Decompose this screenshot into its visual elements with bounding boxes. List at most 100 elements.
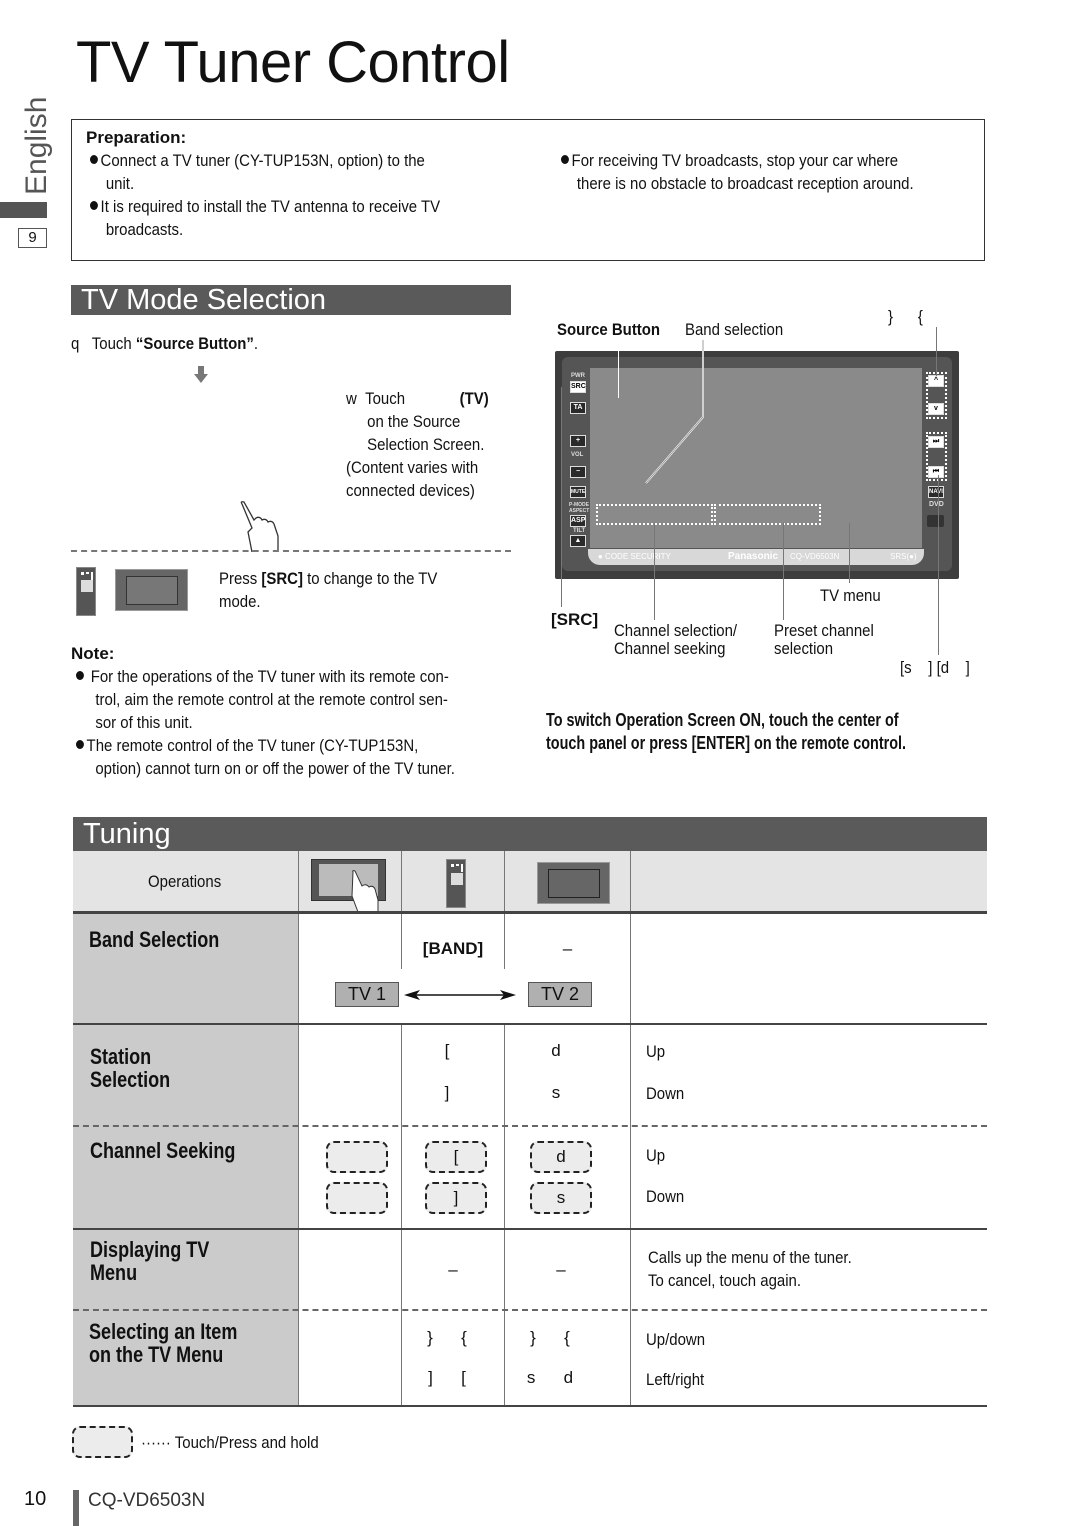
language-tab: English bbox=[20, 95, 56, 195]
station-remote-down: ] bbox=[444, 1083, 450, 1102]
seek-unit-down[interactable]: s bbox=[530, 1182, 592, 1214]
row-divider bbox=[73, 1023, 987, 1025]
pmode-label: P-MODE ASPECT bbox=[569, 502, 590, 514]
row-label-station-selection: Station Selection bbox=[90, 1044, 171, 1092]
seek-desc-down: Down bbox=[646, 1187, 685, 1206]
menu-unit-cell: – bbox=[556, 1260, 566, 1279]
legend-text: ······ Touch/Press and hold bbox=[141, 1433, 319, 1452]
row-label-selecting-item: Selecting an Item on the TV Menu bbox=[89, 1319, 238, 1367]
select-desc-leftright: Left/right bbox=[646, 1370, 705, 1389]
code-security-label: ● CODE SECURITY bbox=[598, 552, 671, 561]
label-s-d-buttons: [s ] [d ] bbox=[900, 658, 970, 677]
page-number: 10 bbox=[24, 1488, 47, 1510]
asp-button[interactable]: ASP bbox=[570, 515, 586, 527]
seek-remote-down[interactable]: ] bbox=[425, 1182, 487, 1214]
band-remote-cell: [BAND] bbox=[422, 939, 484, 958]
bidirectional-arrow-icon bbox=[404, 987, 516, 1008]
vol-down-button[interactable]: − bbox=[570, 466, 586, 478]
label-up-down-symbols: } { bbox=[888, 307, 923, 326]
row-divider bbox=[73, 1309, 987, 1311]
leader-line bbox=[849, 523, 850, 583]
operation-screen-note: To switch Operation Screen ON, touch the… bbox=[546, 710, 907, 753]
device-brand-strip: ● CODE SECURITY Panasonic CQ-VD6503N SRS… bbox=[588, 549, 924, 565]
station-desc-up: Up bbox=[646, 1042, 666, 1061]
album-up-button[interactable]: ^ bbox=[928, 375, 944, 387]
divider bbox=[71, 550, 511, 552]
remote-control-icon bbox=[446, 859, 466, 908]
seek-remote-up[interactable]: [ bbox=[425, 1141, 487, 1173]
header-operations: Operations bbox=[148, 872, 222, 891]
device-slot bbox=[927, 515, 944, 527]
leader-line bbox=[938, 475, 939, 655]
leader-line bbox=[936, 327, 937, 376]
footer-model: CQ-VD6503N bbox=[88, 1490, 206, 1511]
language-label: English bbox=[20, 96, 53, 195]
select-desc-updown: Up/down bbox=[646, 1330, 706, 1349]
station-unit-down: s bbox=[551, 1083, 561, 1102]
section-number: 9 bbox=[18, 228, 47, 248]
preset-zone[interactable] bbox=[714, 504, 821, 525]
seek-touch-down[interactable] bbox=[326, 1182, 388, 1214]
menu-desc: Calls up the menu of the tuner. To cancel… bbox=[648, 1248, 852, 1290]
station-remote-up: [ bbox=[444, 1041, 450, 1060]
label-tv-menu: TV menu bbox=[820, 586, 881, 605]
mute-button[interactable]: MUTE bbox=[570, 486, 586, 498]
row-divider bbox=[73, 1125, 987, 1127]
select-remote-updown: } { bbox=[427, 1328, 467, 1347]
select-unit-leftright: s d bbox=[526, 1368, 574, 1387]
row-divider bbox=[73, 911, 987, 914]
navi-button[interactable]: NAVI bbox=[928, 486, 944, 498]
touch-hand-icon bbox=[238, 500, 282, 557]
station-unit-up: d bbox=[551, 1041, 561, 1060]
channel-zone[interactable] bbox=[596, 504, 713, 525]
band-tv1: TV 1 bbox=[335, 982, 399, 1007]
label-band-selection: Band selection bbox=[685, 320, 784, 339]
tune-next-button[interactable]: ⏭ bbox=[928, 436, 944, 448]
row-label-displaying-tv-menu: Displaying TV Menu bbox=[90, 1237, 210, 1285]
eject-button[interactable]: ▲ bbox=[570, 535, 586, 547]
band-unit-cell: – bbox=[562, 939, 573, 958]
row-divider bbox=[73, 1228, 987, 1230]
label-channel-selection: Channel selection/Channel seeking bbox=[614, 621, 738, 658]
tune-prev-button[interactable]: ⏮ bbox=[928, 466, 944, 478]
leader-line bbox=[645, 340, 707, 490]
remote-instruction: Press [SRC] to change to the TV mode. bbox=[219, 569, 438, 611]
step-2: w Touch (TV) on the Source Selection Scre… bbox=[346, 389, 489, 500]
ta-button[interactable]: TA bbox=[570, 402, 586, 414]
down-arrow-icon bbox=[194, 366, 208, 384]
label-source-button: Source Button bbox=[557, 320, 661, 339]
prep-bullet-1: Connect a TV tuner (CY-TUP153N, option) … bbox=[90, 149, 440, 241]
preparation-title: Preparation: bbox=[86, 128, 187, 147]
select-unit-updown: } { bbox=[530, 1328, 570, 1347]
leader-line bbox=[783, 523, 784, 620]
src-button[interactable]: SRC bbox=[570, 381, 586, 393]
seek-unit-up[interactable]: d bbox=[530, 1141, 592, 1173]
legend-dashed-box bbox=[72, 1426, 133, 1458]
vol-label: VOL bbox=[571, 452, 584, 458]
head-unit-icon bbox=[537, 862, 610, 904]
note-list: For the operations of the TV tuner with … bbox=[76, 665, 455, 780]
column-divider bbox=[298, 851, 299, 1406]
step-1: q Touch “Source Button”. bbox=[71, 334, 259, 353]
station-desc-down: Down bbox=[646, 1084, 685, 1103]
seek-desc-up: Up bbox=[646, 1146, 666, 1165]
leader-line bbox=[561, 387, 562, 607]
section-header-tuning: Tuning bbox=[73, 817, 987, 851]
tilt-label: TILT bbox=[573, 528, 586, 534]
srs-label: SRS(●) bbox=[890, 552, 917, 561]
column-divider bbox=[630, 851, 631, 1406]
model-label: CQ-VD6503N bbox=[790, 552, 840, 561]
section-header-mode-selection: TV Mode Selection bbox=[71, 285, 511, 315]
touch-panel-icon bbox=[311, 859, 386, 912]
seek-touch-up[interactable] bbox=[326, 1141, 388, 1173]
remote-control-icon bbox=[76, 567, 96, 616]
band-tv2: TV 2 bbox=[528, 982, 592, 1007]
select-remote-leftright: ] [ bbox=[428, 1368, 466, 1387]
row-label-band-selection: Band Selection bbox=[89, 927, 220, 952]
album-down-button[interactable]: v bbox=[928, 403, 944, 415]
footer-bar bbox=[73, 1490, 79, 1526]
leader-line bbox=[654, 523, 655, 620]
label-preset-channel: Preset channel selection bbox=[774, 621, 874, 658]
pwr-label: PWR bbox=[571, 373, 585, 379]
vol-up-button[interactable]: + bbox=[570, 435, 586, 447]
